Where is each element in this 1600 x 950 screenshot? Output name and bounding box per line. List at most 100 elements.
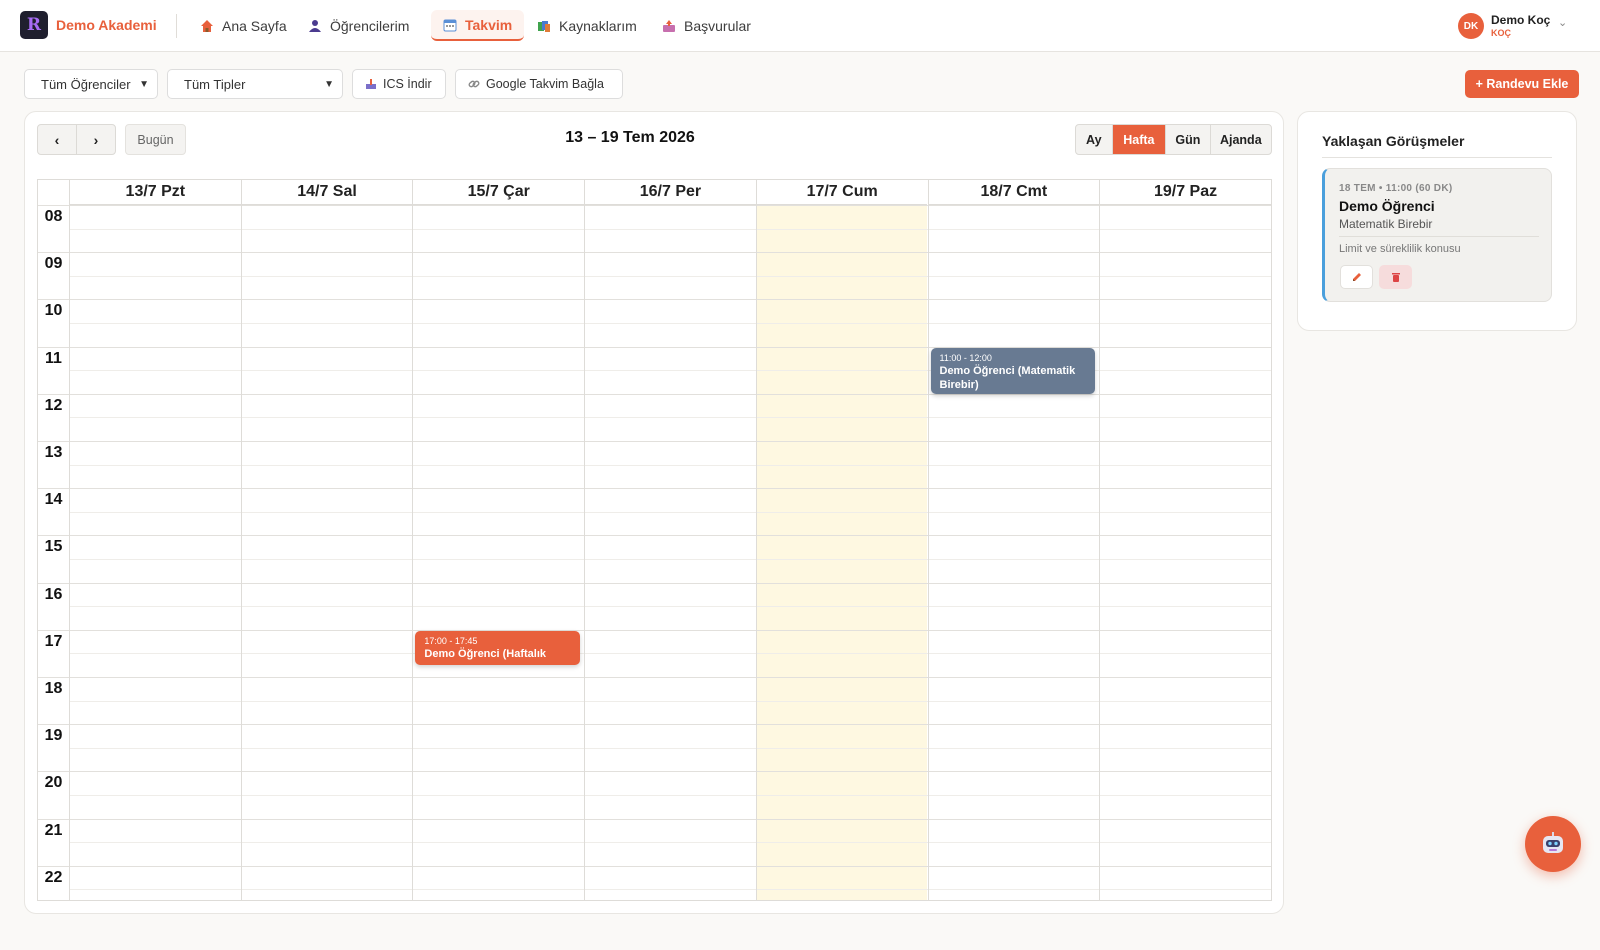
trash-icon bbox=[1391, 273, 1400, 282]
today-button[interactable]: Bugün bbox=[125, 124, 186, 155]
hour-label: 17 bbox=[44, 632, 63, 650]
assistant-fab-button[interactable] bbox=[1525, 816, 1581, 872]
day-header[interactable]: 13/7 Pzt bbox=[69, 180, 241, 205]
week-grid: 08 09 10 11 12 13 14 15 16 17 18 19 20 21 22 13/7 Pzt 14… bbox=[37, 179, 1272, 901]
half-hour-gridline bbox=[69, 275, 1271, 277]
appointment-student: Demo Öğrenci bbox=[1339, 198, 1435, 214]
date-range-title: 13 – 19 Tem 2026 bbox=[565, 129, 695, 146]
inbox-icon bbox=[663, 19, 675, 32]
day-column-line bbox=[755, 180, 757, 900]
calendar-event[interactable]: 11:00 - 12:00 Demo Öğrenci (Matematik Bir… bbox=[930, 347, 1096, 394]
day-column-line bbox=[584, 180, 586, 900]
hour-label: 14 bbox=[44, 491, 63, 509]
hour-label: 11 bbox=[45, 349, 62, 367]
nav-item-applications[interactable]: Başvurular bbox=[650, 10, 763, 41]
top-navbar: R Demo Akademi Ana Sayfa Öğrencilerim Ta… bbox=[0, 0, 1600, 52]
nav-item-students[interactable]: Öğrencilerim bbox=[296, 10, 421, 41]
hour-label: 10 bbox=[44, 302, 63, 320]
half-hour-gridline bbox=[69, 653, 1271, 655]
hour-label: 19 bbox=[44, 727, 63, 745]
hour-gridline bbox=[38, 818, 1271, 820]
google-calendar-connect-button[interactable]: Google Takvim Bağla bbox=[455, 69, 623, 99]
day-header[interactable]: 14/7 Sal bbox=[240, 180, 413, 205]
event-time: 11:00 - 12:00 bbox=[939, 352, 992, 363]
student-icon bbox=[309, 19, 321, 32]
view-day-button[interactable]: Gün bbox=[1165, 125, 1210, 154]
event-title: Demo Öğrenci (Haftalık bbox=[424, 647, 547, 660]
appointment-type: Matematik Birebir bbox=[1339, 217, 1433, 231]
appointment-datetime: 18 TEM • 11:00 (60 DK) bbox=[1339, 183, 1453, 194]
chevron-right-icon: › bbox=[93, 131, 99, 148]
hour-label: 09 bbox=[44, 255, 63, 273]
hour-gridline bbox=[38, 677, 1271, 678]
day-column-line bbox=[69, 180, 70, 900]
half-hour-gridline bbox=[69, 606, 1271, 608]
hour-gridline bbox=[38, 865, 1271, 867]
hour-gridline bbox=[38, 629, 1271, 631]
appointment-divider bbox=[1339, 236, 1539, 237]
chevron-left-icon: ‹ bbox=[54, 131, 60, 148]
hour-label: 16 bbox=[44, 585, 63, 603]
link-icon bbox=[468, 80, 480, 88]
half-hour-gridline bbox=[69, 795, 1271, 796]
nav-divider bbox=[176, 14, 177, 38]
calendar-icon bbox=[443, 19, 457, 31]
calendar-event[interactable]: 17:00 - 17:45 Demo Öğrenci (Haftalık bbox=[415, 630, 581, 666]
day-header[interactable]: 17/7 Cum bbox=[755, 180, 928, 205]
hour-gridline bbox=[38, 393, 1271, 395]
app-logo[interactable]: R bbox=[20, 11, 48, 39]
nav-item-resources[interactable]: Kaynaklarım bbox=[525, 10, 649, 41]
hour-label: 22 bbox=[44, 868, 63, 886]
view-month-button[interactable]: Ay bbox=[1076, 125, 1112, 154]
view-week-button[interactable]: Hafta bbox=[1111, 125, 1166, 154]
hour-gridline bbox=[38, 582, 1271, 584]
half-hour-gridline bbox=[69, 700, 1271, 702]
half-hour-gridline bbox=[69, 464, 1271, 466]
user-name[interactable]: Demo Koç bbox=[1491, 13, 1550, 27]
edit-appointment-button[interactable] bbox=[1340, 265, 1373, 289]
nav-item-home[interactable]: Ana Sayfa bbox=[188, 10, 299, 41]
hour-label: 12 bbox=[44, 396, 63, 414]
hour-gridline bbox=[38, 252, 1271, 254]
upcoming-title: Yaklaşan Görüşmeler bbox=[1322, 133, 1465, 149]
day-header[interactable]: 19/7 Paz bbox=[1099, 180, 1271, 205]
type-filter-select[interactable]: Tüm Tipler ▼ bbox=[167, 69, 343, 99]
hour-label: 08 bbox=[44, 208, 63, 225]
prev-week-button[interactable]: ‹ bbox=[38, 125, 76, 154]
next-week-button[interactable]: › bbox=[76, 125, 115, 154]
robot-assistant-icon bbox=[1543, 832, 1563, 853]
chevron-down-icon[interactable]: ⌄ bbox=[1558, 16, 1567, 29]
brand-name[interactable]: Demo Akademi bbox=[56, 17, 157, 33]
hour-label: 20 bbox=[44, 774, 63, 792]
pencil-icon bbox=[1352, 273, 1361, 281]
half-hour-gridline bbox=[69, 511, 1271, 513]
half-hour-gridline bbox=[69, 559, 1271, 560]
hour-gridline bbox=[38, 724, 1271, 726]
day-header[interactable]: 15/7 Çar bbox=[412, 180, 585, 205]
half-hour-gridline bbox=[69, 417, 1271, 419]
half-hour-gridline bbox=[69, 228, 1271, 230]
day-column-line bbox=[1099, 180, 1101, 900]
student-filter-select[interactable]: Tüm Öğrenciler ▼ bbox=[24, 69, 158, 99]
view-agenda-button[interactable]: Ajanda bbox=[1209, 125, 1271, 154]
day-header[interactable]: 18/7 Cmt bbox=[927, 180, 1100, 205]
add-appointment-button[interactable]: + Randevu Ekle bbox=[1465, 70, 1579, 98]
chevron-down-icon: ▼ bbox=[139, 78, 149, 90]
day-header[interactable]: 16/7 Per bbox=[584, 180, 756, 205]
week-navigation: ‹ › bbox=[37, 124, 116, 155]
user-avatar[interactable]: DK bbox=[1458, 13, 1484, 39]
hour-gridline bbox=[38, 535, 1271, 537]
day-column-line bbox=[240, 180, 242, 900]
nav-item-calendar[interactable]: Takvim bbox=[431, 10, 525, 41]
delete-appointment-button[interactable] bbox=[1379, 265, 1412, 289]
user-role: KOÇ bbox=[1491, 28, 1511, 38]
half-hour-gridline bbox=[69, 889, 1271, 891]
half-hour-gridline bbox=[69, 323, 1271, 324]
ics-download-button[interactable]: ICS İndir bbox=[352, 69, 446, 99]
hour-gridline bbox=[38, 441, 1271, 442]
day-column-line bbox=[412, 180, 414, 900]
books-icon bbox=[538, 20, 550, 32]
hour-label: 18 bbox=[44, 680, 63, 697]
day-column-line bbox=[927, 180, 929, 900]
chevron-down-icon: ▼ bbox=[324, 78, 334, 90]
